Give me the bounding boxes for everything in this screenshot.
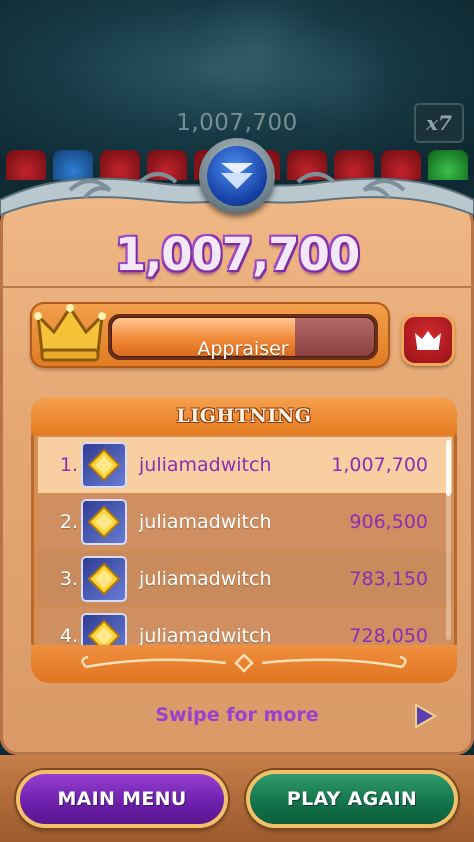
player-score: 783,150	[349, 568, 428, 590]
scrollbar-thumb[interactable]	[446, 440, 451, 496]
player-score: 906,500	[349, 511, 428, 533]
yellow-gem-icon	[87, 448, 121, 482]
chevron-down-icon	[221, 163, 253, 189]
leaderboard-row[interactable]: 4. juliamadwitch 728,050	[38, 608, 452, 645]
leaderboard-header: LIGHTNING	[31, 397, 457, 435]
rank-number: 3.	[59, 568, 78, 590]
leaderboard-footer	[31, 645, 457, 683]
background-score: 1,007,700	[176, 110, 298, 136]
rank-number: 2.	[59, 511, 78, 533]
player-score: 1,007,700	[331, 454, 428, 476]
multiplier-badge: x7	[414, 103, 464, 143]
yellow-gem-icon	[87, 619, 121, 645]
yellow-gem-icon	[87, 505, 121, 539]
play-again-button[interactable]: PLAY AGAIN	[246, 770, 458, 828]
swipe-hint: Swipe for more	[155, 704, 319, 726]
main-menu-button[interactable]: MAIN MENU	[16, 770, 228, 828]
player-name: juliamadwitch	[139, 454, 272, 476]
crown-icon	[34, 304, 106, 362]
final-score: 1,007,700	[114, 228, 360, 281]
player-name: juliamadwitch	[139, 625, 272, 645]
crown-icon	[415, 331, 441, 350]
player-name: juliamadwitch	[139, 511, 272, 533]
rank-crown-button[interactable]	[401, 314, 455, 366]
rank-number: 4.	[59, 625, 78, 645]
footer-ornament	[81, 653, 407, 673]
rank-number: 1.	[59, 454, 78, 476]
yellow-gem-icon	[87, 562, 121, 596]
leaderboard-row[interactable]: 2. juliamadwitch 906,500	[38, 494, 452, 550]
leaderboard-list[interactable]: 1. juliamadwitch 1,007,700 2. juliamadwi…	[38, 437, 452, 645]
leaderboard-title: LIGHTNING	[176, 405, 312, 427]
player-avatar	[81, 499, 127, 545]
player-name: juliamadwitch	[139, 568, 272, 590]
rank-title: Appraiser	[197, 338, 289, 360]
divider	[0, 286, 474, 288]
play-arrow-icon[interactable]	[412, 702, 438, 730]
leaderboard-row[interactable]: 1. juliamadwitch 1,007,700	[38, 437, 452, 493]
player-avatar	[81, 613, 127, 645]
score-badge	[199, 138, 275, 214]
player-avatar	[81, 556, 127, 602]
player-score: 728,050	[349, 625, 428, 645]
leaderboard-row[interactable]: 3. juliamadwitch 783,150	[38, 551, 452, 607]
player-avatar	[81, 442, 127, 488]
